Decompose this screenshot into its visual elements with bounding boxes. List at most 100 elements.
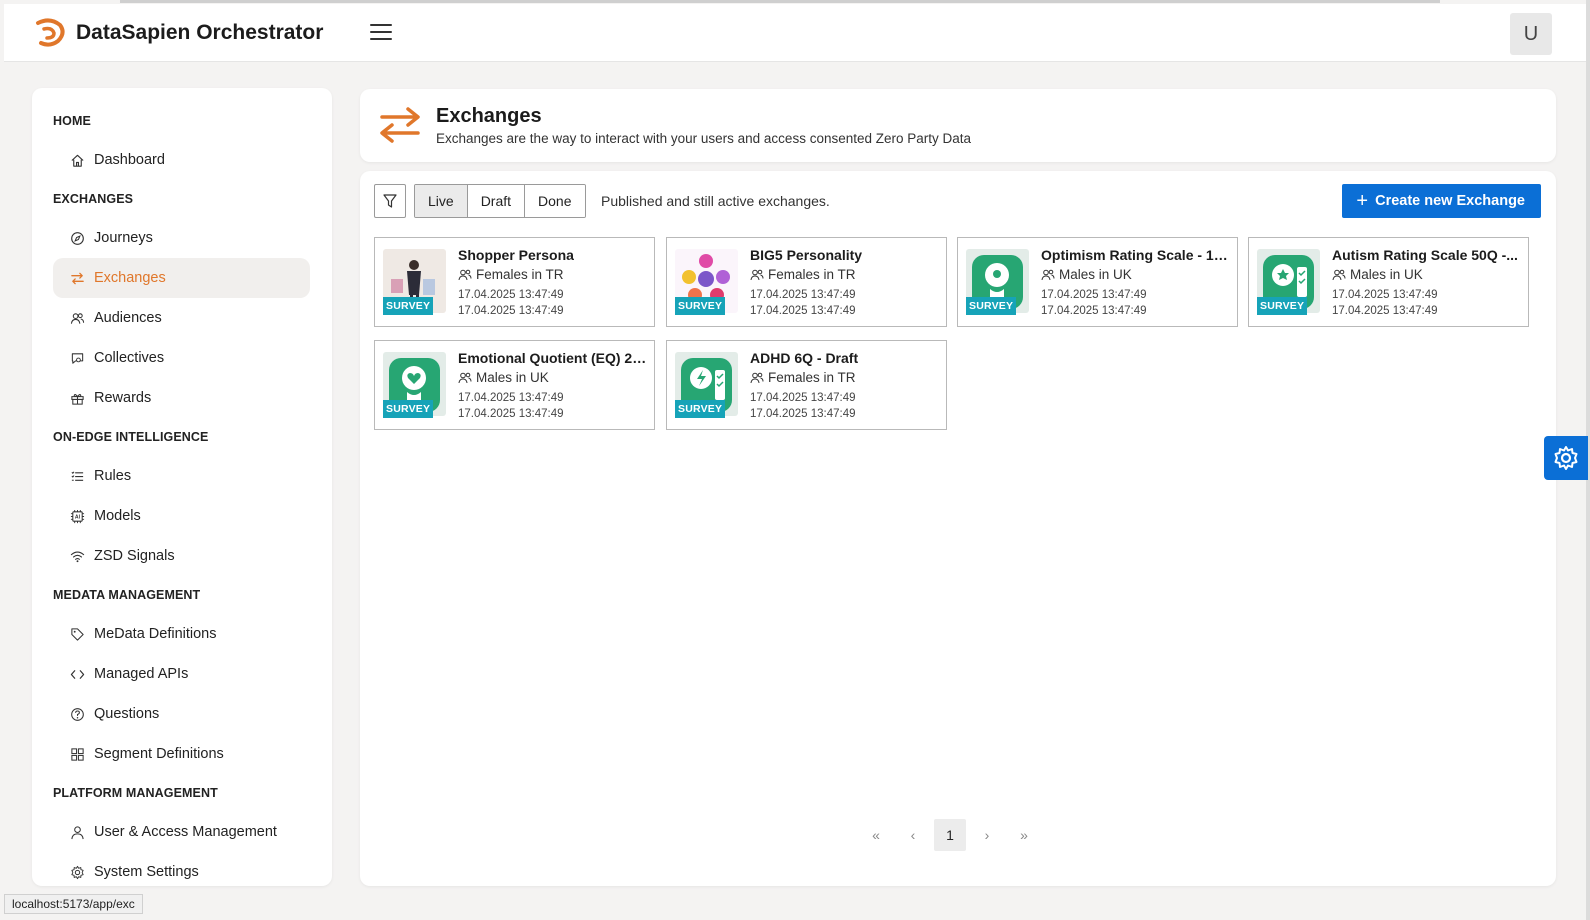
tab-draft[interactable]: Draft [467,185,526,217]
list-icon [69,468,85,484]
type-badge: SURVEY [1257,297,1308,315]
exchange-date-end: 17.04.2025 13:47:49 [1332,305,1438,317]
exchange-card[interactable]: SURVEY BIG5 Personality Females in TR 17… [666,237,947,327]
sidebar-item-segment-definitions[interactable]: Segment Definitions [53,734,310,774]
sidebar-item-user-and-access-management[interactable]: User & Access Management [53,812,310,852]
ai-chip-icon: AI [69,508,85,524]
sidebar-item-zsd-signals[interactable]: ZSD Signals [53,536,310,576]
audience-icon [1332,269,1350,281]
tab-live[interactable]: Live [415,185,468,217]
exchange-title: Emotional Quotient (EQ) 22... [458,350,648,366]
audience-label: Females in TR [768,267,856,282]
exchange-card[interactable]: SURVEY Autism Rating Scale 50Q -... Male… [1248,237,1529,327]
audience-icon [458,269,476,281]
status-bar-url: localhost:5173/app/exc [4,894,143,914]
sidebar-item-label: Journeys [94,230,153,246]
type-badge: SURVEY [383,297,434,315]
first-page-button[interactable]: « [860,819,892,851]
exchange-audience: Females in TR [750,370,856,385]
sidebar-item-label: MeData Definitions [94,626,217,642]
home-icon [69,152,85,168]
settings-icon [69,864,85,880]
audience-icon [750,372,768,384]
tab-description: Published and still active exchanges. [601,193,830,209]
type-badge: SURVEY [383,400,434,418]
exchange-date-end: 17.04.2025 13:47:49 [750,305,856,317]
tab-done[interactable]: Done [525,185,585,217]
type-badge: SURVEY [675,400,726,418]
exchange-audience: Males in UK [1332,267,1423,282]
exchange-date-start: 17.04.2025 13:47:49 [1041,289,1147,301]
page-header: Exchanges Exchanges are the way to inter… [360,89,1556,162]
exchange-date-end: 17.04.2025 13:47:49 [458,408,564,420]
gear-icon [1554,446,1578,470]
exchange-title: Optimism Rating Scale - 10... [1041,247,1231,263]
filter-button[interactable] [374,184,406,218]
exchange-date-start: 17.04.2025 13:47:49 [458,392,564,404]
sidebar-item-medata-definitions[interactable]: MeData Definitions [53,614,310,654]
exchange-card[interactable]: SURVEY Emotional Quotient (EQ) 22... Mal… [374,340,655,430]
audience-icon [1041,269,1059,281]
create-exchange-label: Create new Exchange [1375,193,1525,209]
sidebar-item-questions[interactable]: Questions [53,694,310,734]
exchange-card[interactable]: SURVEY Optimism Rating Scale - 10... Mal… [957,237,1238,327]
exchange-date-start: 17.04.2025 13:47:49 [1332,289,1438,301]
datasapien-logo-icon[interactable] [32,15,68,51]
sidebar-item-system-settings[interactable]: System Settings [53,852,310,892]
sidebar-item-dashboard[interactable]: Dashboard [53,140,310,180]
app-title: DataSapien Orchestrator [76,20,324,44]
code-icon [69,666,85,682]
sidebar-item-label: System Settings [94,864,199,880]
gift-icon [69,390,85,406]
sidebar-item-journeys[interactable]: Journeys [53,218,310,258]
prev-page-button[interactable]: ‹ [897,819,929,851]
audience-icon [750,269,768,281]
type-badge: SURVEY [966,297,1017,315]
sidebar-item-rewards[interactable]: Rewards [53,378,310,418]
sidebar: HOME Dashboard EXCHANGES Journeys Exchanges A… [32,88,332,886]
exchange-audience: Males in UK [458,370,549,385]
exchange-card[interactable]: SURVEY Shopper Persona Females in TR 17.… [374,237,655,327]
page-number-button[interactable]: 1 [934,819,966,851]
sidebar-item-label: Exchanges [94,270,166,286]
exchange-title: Shopper Persona [458,247,574,263]
grid-icon [69,746,85,762]
sidebar-item-label: ZSD Signals [94,548,175,564]
svg-text:AI: AI [74,514,80,520]
status-tabs: Live Draft Done [414,184,586,218]
sidebar-item-label: Questions [94,706,160,722]
sidebar-item-label: Rules [94,468,132,484]
sidebar-section-heading: HOME [53,114,91,128]
sidebar-item-label: Collectives [94,350,165,366]
next-page-button[interactable]: › [971,819,1003,851]
menu-toggle-icon[interactable] [370,24,392,42]
sidebar-item-label: Models [94,508,141,524]
sidebar-item-label: Managed APIs [94,666,189,682]
question-icon [69,706,85,722]
exchange-date-start: 17.04.2025 13:47:49 [750,289,856,301]
create-exchange-button[interactable]: + Create new Exchange [1342,184,1541,218]
sidebar-item-exchanges[interactable]: Exchanges [53,258,310,298]
sidebar-item-audiences[interactable]: Audiences [53,298,310,338]
exchanges-panel: Live Draft Done Published and still active… [360,171,1556,886]
user-avatar[interactable]: U [1510,13,1552,55]
settings-fab[interactable] [1544,436,1588,480]
audience-label: Females in TR [476,267,564,282]
window-top-line [120,0,1440,3]
exchange-card[interactable]: SURVEY ADHD 6Q - Draft Females in TR 17.… [666,340,947,430]
sidebar-item-rules[interactable]: Rules [53,456,310,496]
page-subtitle: Exchanges are the way to interact with y… [436,131,972,146]
audience-label: Females in TR [768,370,856,385]
exchange-arrows-icon [380,107,420,143]
filter-icon [383,194,397,208]
last-page-button[interactable]: » [1008,819,1040,851]
sidebar-item-managed-apis[interactable]: Managed APIs [53,654,310,694]
sidebar-item-label: Audiences [94,310,162,326]
sidebar-item-models[interactable]: AI Models [53,496,310,536]
tag-icon [69,626,85,642]
sidebar-item-label: User & Access Management [94,824,277,840]
audience-label: Males in UK [476,370,549,385]
exchange-audience: Males in UK [1041,267,1132,282]
exchange-title: ADHD 6Q - Draft [750,350,859,366]
sidebar-item-collectives[interactable]: Collectives [53,338,310,378]
